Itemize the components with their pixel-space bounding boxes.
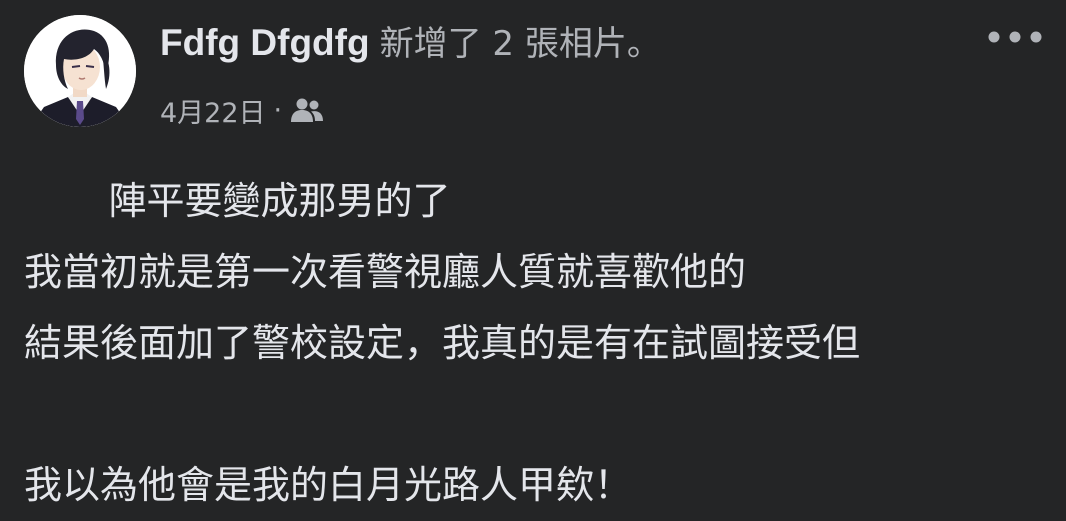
author-name[interactable]: Fdfg Dfgdfg xyxy=(160,22,370,64)
post-text-line xyxy=(24,379,1044,450)
post-text-line: 我當初就是第一次看警視廳人質就喜歡他的 xyxy=(24,250,747,294)
author-avatar[interactable] xyxy=(24,15,136,127)
friends-icon[interactable] xyxy=(290,96,324,124)
meta-separator: · xyxy=(273,94,283,126)
post-header: Fdfg Dfgdfg 新增了 2 張相片。 xyxy=(160,16,661,68)
post-text-line: 結果後面加了警校設定，我真的是有在試圖接受但 xyxy=(24,321,861,365)
post-text-line: 我以為他會是我的白月光路人甲欸！ xyxy=(24,463,633,507)
post-body-text: 陣平要變成那男的了 我當初就是第一次看警視廳人質就喜歡他的 結果後面加了警校設定… xyxy=(24,166,1044,521)
post-text-line: 陣平要變成那男的了 xyxy=(24,179,451,223)
more-horizontal-icon xyxy=(986,29,1044,48)
post-date[interactable]: 4月22日 xyxy=(160,91,266,130)
post-action-text: 新增了 2 張相片。 xyxy=(379,24,661,64)
more-options-button[interactable] xyxy=(984,22,1046,54)
post-meta: 4月22日 · xyxy=(160,90,324,130)
